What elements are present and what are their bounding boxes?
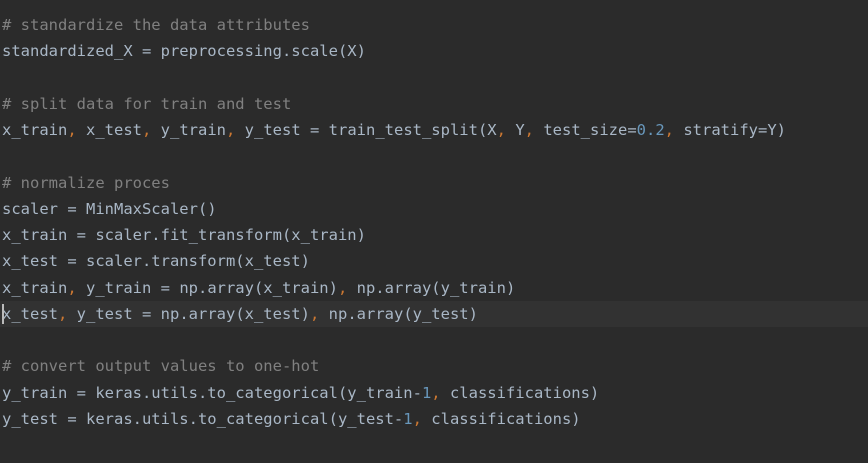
- code-text: np.array(y_test): [319, 305, 478, 323]
- comma: ,: [67, 279, 77, 297]
- code-text: x_test: [76, 121, 142, 139]
- number-literal: 0.2: [636, 121, 665, 139]
- number-literal: 1: [421, 384, 432, 402]
- comment-normalize: # normalize proces: [2, 174, 170, 192]
- comma: ,: [58, 305, 68, 323]
- code-text: y_test = np.array(x_test): [67, 305, 310, 323]
- code-text: classifications): [440, 384, 600, 402]
- code-line-12-current[interactable]: x_test, y_test = np.array(x_test), np.ar…: [0, 301, 868, 327]
- code-line-2[interactable]: standardized_X = preprocessing.scale(X): [0, 38, 868, 64]
- code-text: y_train: [151, 121, 226, 139]
- comma: ,: [309, 305, 320, 323]
- code-text: stratify=Y): [674, 121, 786, 139]
- code-line-16[interactable]: y_test = keras.utils.to_categorical(y_te…: [0, 406, 868, 432]
- comma: ,: [337, 279, 348, 297]
- code-line-7[interactable]: # normalize proces: [0, 170, 868, 196]
- code-line-1[interactable]: # standardize the data attributes: [0, 12, 868, 38]
- code-line-8[interactable]: scaler = MinMaxScaler(): [0, 196, 868, 222]
- code-line-14[interactable]: # convert output values to one-hot: [0, 353, 868, 379]
- comma: ,: [142, 121, 152, 139]
- comment-standardize: # standardize the data attributes: [2, 16, 310, 34]
- code-text: x_test = scaler.transform(x_test): [2, 252, 310, 270]
- code-text: x_train: [2, 279, 68, 297]
- code-text: scaler = MinMaxScaler(): [2, 200, 217, 218]
- number-literal: 1: [403, 410, 413, 428]
- comma: ,: [664, 121, 674, 139]
- comma: ,: [412, 410, 422, 428]
- code-text: x_train: [2, 121, 68, 139]
- code-line-9[interactable]: x_train = scaler.fit_transform(x_train): [0, 222, 868, 248]
- code-text: Y: [505, 121, 525, 139]
- code-line-10[interactable]: x_test = scaler.transform(x_test): [0, 248, 868, 274]
- comment-convert: # convert output values to one-hot: [2, 357, 320, 375]
- code-text: test_size=: [534, 121, 637, 139]
- code-text: np.array(y_train): [347, 279, 516, 297]
- code-line-11[interactable]: x_train, y_train = np.array(x_train), np…: [0, 275, 868, 301]
- code-text: standardized_X = preprocessing.scale(X): [2, 42, 366, 60]
- code-text: y_train = keras.utils.to_categorical(y_t…: [2, 384, 422, 402]
- comma: ,: [524, 121, 534, 139]
- comma: ,: [431, 384, 441, 402]
- code-text: y_test = keras.utils.to_categorical(y_te…: [2, 410, 404, 428]
- code-text: x_test: [2, 305, 58, 323]
- code-text: y_test = train_test_split(X: [235, 121, 497, 139]
- code-text: x_train = scaler.fit_transform(x_train): [2, 226, 366, 244]
- code-line-4[interactable]: # split data for train and test: [0, 91, 868, 117]
- comment-split: # split data for train and test: [2, 95, 292, 113]
- code-line-5[interactable]: x_train, x_test, y_train, y_test = train…: [0, 117, 868, 143]
- comma: ,: [496, 121, 506, 139]
- comma: ,: [67, 121, 77, 139]
- text-caret: [2, 304, 4, 324]
- comma: ,: [226, 121, 236, 139]
- code-editor[interactable]: # standardize the data attributes standa…: [0, 0, 868, 463]
- code-line-15[interactable]: y_train = keras.utils.to_categorical(y_t…: [0, 380, 868, 406]
- code-text: y_train = np.array(x_train): [76, 279, 338, 297]
- code-text: classifications): [421, 410, 581, 428]
